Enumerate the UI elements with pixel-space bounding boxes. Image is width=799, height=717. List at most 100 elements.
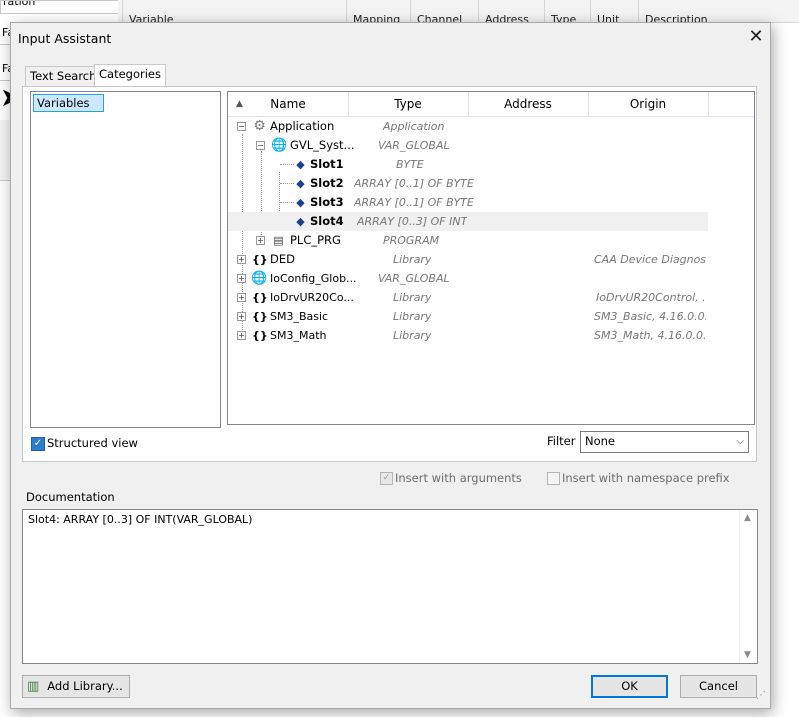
globe-icon: 🌐	[251, 271, 268, 286]
expand-icon[interactable]: +	[237, 293, 246, 302]
insert-namespace-label: Insert with namespace prefix	[562, 471, 730, 485]
dialog-title: Input Assistant	[18, 31, 112, 46]
tree-row-iodrvur20[interactable]: + {} IoDrvUR20Co... Library IoDrvUR20Con…	[228, 288, 754, 307]
expand-icon[interactable]: +	[237, 331, 246, 340]
category-item-variables[interactable]: Variables	[33, 94, 104, 112]
variable-icon: ◆	[296, 215, 305, 228]
expand-icon[interactable]: +	[237, 312, 246, 321]
row-type: Library	[393, 291, 432, 304]
tree-header: ▲ Name Type Address Origin	[228, 92, 754, 117]
insert-namespace-checkbox[interactable]	[547, 472, 560, 485]
documentation-scrollbar[interactable]: ▲ ▼	[739, 510, 757, 663]
collapse-icon[interactable]: −	[256, 141, 265, 150]
variable-icon: ◆	[296, 158, 305, 171]
row-type: Library	[393, 253, 432, 266]
row-type: VAR_GLOBAL	[378, 139, 450, 152]
row-type: PROGRAM	[383, 234, 440, 247]
row-name: Application	[270, 119, 335, 133]
tree-row-slot4[interactable]: ◆ Slot4 ARRAY [0..3] OF INT	[228, 212, 708, 231]
ok-button[interactable]: OK	[591, 675, 668, 698]
row-type: ARRAY [0..3] OF INT	[357, 215, 468, 228]
tree-row-ded[interactable]: + {} DED Library CAA Device Diagnosi...	[228, 250, 754, 269]
row-name: Slot2	[310, 176, 344, 190]
category-list[interactable]: Variables	[30, 91, 221, 428]
documentation-textbox[interactable]: Slot4: ARRAY [0..3] OF INT(VAR_GLOBAL) ▲…	[22, 509, 758, 664]
library-icon: {}	[252, 310, 268, 323]
structured-view-label: Structured view	[47, 436, 138, 450]
add-library-label: Add Library...	[47, 679, 123, 693]
row-origin: SM3_Basic, 4.16.0.0...	[594, 310, 706, 323]
filter-dropdown[interactable]: None ⌵	[580, 431, 749, 453]
documentation-label: Documentation	[26, 490, 115, 504]
tree-row-gvl-system[interactable]: − 🌐 GVL_Syst... VAR_GLOBAL	[228, 136, 754, 155]
bg-col-variable: Variable	[122, 0, 355, 22]
row-type: Application	[383, 120, 445, 133]
scroll-down-icon[interactable]: ▼	[744, 650, 751, 660]
insert-with-arguments-label: Insert with arguments	[395, 471, 522, 485]
row-name: IoDrvUR20Co...	[270, 291, 354, 304]
row-name: PLC_PRG	[290, 233, 341, 247]
gear-icon: ⚙	[253, 118, 266, 134]
tree-row-slot3[interactable]: ◆ Slot3 ARRAY [0..1] OF BYTE	[228, 193, 754, 212]
expand-icon[interactable]: +	[256, 236, 265, 245]
row-type: ARRAY [0..1] OF BYTE	[354, 196, 474, 209]
column-name-label: Name	[270, 97, 306, 111]
row-name: GVL_Syst...	[290, 138, 355, 152]
resize-grip-icon[interactable]: ⋰	[756, 690, 766, 701]
column-address-header[interactable]: Address	[468, 92, 589, 116]
input-assistant-dialog: Input Assistant ✕ Text Search Categories…	[10, 22, 771, 709]
library-icon: {}	[252, 291, 268, 304]
bg-col-channel: Channel	[410, 0, 479, 22]
tree-row-ioconfig-globals[interactable]: + 🌐 IoConfig_Glob... VAR_GLOBAL	[228, 269, 754, 288]
row-origin: SM3_Math, 4.16.0.0...	[594, 329, 706, 342]
tree-row-slot1[interactable]: ◆ Slot1 BYTE	[228, 155, 754, 174]
row-type: BYTE	[396, 158, 424, 171]
library-icon: {}	[252, 253, 268, 266]
bg-col-description: Description	[638, 0, 731, 22]
row-origin: IoDrvUR20Control, ...	[596, 291, 706, 304]
cancel-button[interactable]: Cancel	[680, 675, 757, 698]
globe-icon: 🌐	[271, 138, 288, 153]
expand-icon[interactable]: +	[237, 255, 246, 264]
tab-text-search[interactable]: Text Search	[25, 66, 102, 86]
bg-col-address: Address	[478, 0, 547, 22]
expand-icon[interactable]: +	[237, 274, 246, 283]
tree-row-application[interactable]: − ⚙ Application Application	[228, 117, 754, 136]
program-icon: ▤	[273, 234, 284, 247]
row-origin: CAA Device Diagnosi...	[594, 253, 706, 266]
tree-row-slot2[interactable]: ◆ Slot2 ARRAY [0..1] OF BYTE	[228, 174, 754, 193]
row-type: ARRAY [0..1] OF BYTE	[354, 177, 474, 190]
variable-icon: ◆	[296, 196, 305, 209]
row-name: DED	[270, 252, 295, 266]
column-type-header[interactable]: Type	[348, 92, 469, 116]
library-books-icon: ▥	[27, 679, 40, 694]
tree-row-sm3-basic[interactable]: + {} SM3_Basic Library SM3_Basic, 4.16.0…	[228, 307, 754, 326]
background-strip-text: ration	[3, 0, 36, 8]
structured-view-checkbox[interactable]: ✓	[31, 437, 45, 451]
tree-row-plc-prg[interactable]: + ▤ PLC_PRG PROGRAM	[228, 231, 754, 250]
row-type: Library	[393, 329, 432, 342]
row-type: VAR_GLOBAL	[378, 272, 450, 285]
background-table-header: Variable Mapping Channel Address Type Un…	[118, 0, 799, 23]
chevron-down-icon: ⌵	[736, 436, 744, 447]
row-name: Slot1	[310, 157, 344, 171]
documentation-text: Slot4: ARRAY [0..3] OF INT(VAR_GLOBAL)	[28, 513, 253, 526]
column-origin-header[interactable]: Origin	[588, 92, 709, 116]
insert-with-arguments-checkbox[interactable]: ✓	[380, 472, 393, 485]
row-name: Slot3	[310, 195, 344, 209]
tree-row-sm3-math[interactable]: + {} SM3_Math Library SM3_Math, 4.16.0.0…	[228, 326, 754, 345]
filter-label: Filter	[547, 434, 576, 448]
library-icon: {}	[252, 329, 268, 342]
tab-categories[interactable]: Categories	[94, 64, 166, 86]
variable-icon: ◆	[296, 177, 305, 190]
column-name-header[interactable]: ▲ Name	[228, 92, 349, 116]
filter-value: None	[585, 434, 616, 448]
collapse-icon[interactable]: −	[237, 122, 246, 131]
add-library-button[interactable]: ▥ Add Library...	[22, 675, 130, 698]
variable-tree[interactable]: ▲ Name Type Address Origin − ⚙ Applicati…	[227, 91, 755, 425]
scroll-up-icon[interactable]: ▲	[744, 513, 751, 523]
row-name: IoConfig_Glob...	[270, 272, 357, 285]
background-strip: ration	[0, 0, 122, 14]
bg-col-mapping: Mapping	[346, 0, 419, 22]
close-icon[interactable]: ✕	[746, 27, 766, 47]
